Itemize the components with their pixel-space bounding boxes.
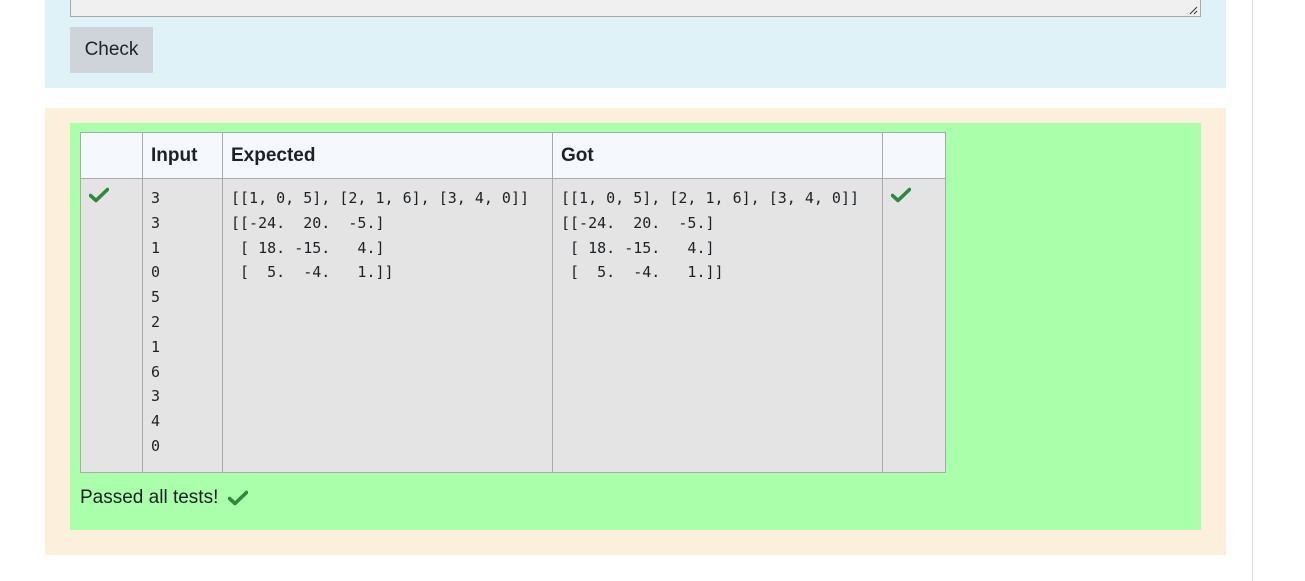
row-expected-cell: [[1, 0, 5], [2, 1, 6], [3, 4, 0]] [[-24.… [222, 178, 553, 473]
expected-value: [[1, 0, 5], [2, 1, 6], [3, 4, 0]] [[-24.… [231, 189, 530, 282]
results-table: Input Expected Got 3 3 1 0 5 2 1 6 3 4 0… [80, 132, 946, 473]
answer-textarea[interactable] [70, 0, 1201, 17]
header-input: Input [142, 132, 223, 179]
row-result-cell [882, 178, 946, 473]
answer-panel: Check [45, 0, 1226, 88]
check-icon [89, 187, 109, 203]
header-result [882, 132, 946, 179]
row-got-cell: [[1, 0, 5], [2, 1, 6], [3, 4, 0]] [[-24.… [552, 178, 883, 473]
check-icon [891, 187, 911, 203]
row-status-cell [80, 178, 143, 473]
header-expected: Expected [222, 132, 553, 179]
summary-text: Passed all tests! [80, 487, 219, 508]
page-right-border [1252, 0, 1253, 581]
header-got: Got [552, 132, 883, 179]
results-header-row: Input Expected Got [80, 132, 946, 179]
resize-grip-icon[interactable] [1188, 5, 1198, 15]
results-pass-area: Input Expected Got 3 3 1 0 5 2 1 6 3 4 0… [70, 123, 1201, 530]
results-panel: Input Expected Got 3 3 1 0 5 2 1 6 3 4 0… [45, 108, 1226, 555]
input-value: 3 3 1 0 5 2 1 6 3 4 0 [151, 189, 161, 455]
table-row: 3 3 1 0 5 2 1 6 3 4 0 [[1, 0, 5], [2, 1,… [80, 178, 946, 473]
row-input-cell: 3 3 1 0 5 2 1 6 3 4 0 [142, 178, 223, 473]
got-value: [[1, 0, 5], [2, 1, 6], [3, 4, 0]] [[-24.… [561, 189, 860, 282]
header-status [80, 132, 143, 179]
check-button[interactable]: Check [70, 27, 153, 73]
check-icon [228, 490, 249, 506]
summary-line: Passed all tests! [80, 487, 249, 509]
